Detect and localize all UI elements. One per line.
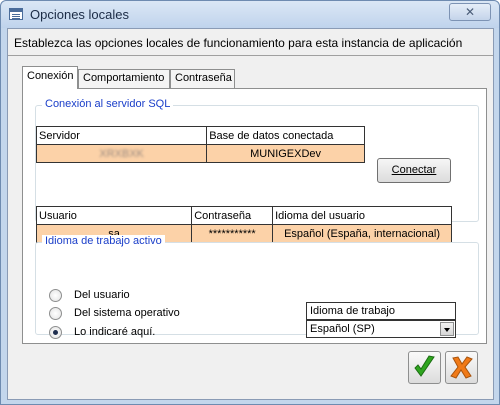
green-checkmark-icon [414,355,435,377]
database-value: MUNIGEXDev [206,144,365,163]
password-value: *********** [191,224,274,243]
server-header: Servidor [35,126,208,145]
dropdown-arrow-icon[interactable] [440,322,454,336]
radio-button-checked[interactable] [49,326,62,339]
radio-label: Del usuario [74,289,130,301]
tab-label: Contraseña [175,72,232,84]
form-icon [9,8,23,20]
language-group-title: Idioma de trabajo activo [42,235,165,247]
header-divider [8,55,493,56]
user-header: Usuario [35,206,193,225]
options-window: Opciones locales ✕ Establezca las opcion… [0,0,500,405]
orange-cross-icon [450,356,473,379]
server-table: Servidor Base de datos conectada XRXBXK … [35,126,365,163]
tab-conexion[interactable]: Conexión [22,66,78,89]
radio-button[interactable] [49,289,62,302]
window-title: Opciones locales [30,7,129,22]
user-language-header: Idioma del usuario [272,206,452,225]
accept-button[interactable] [408,351,441,384]
sql-group-title: Conexión al servidor SQL [42,98,174,110]
header-band: Establezca las opciones locales de funci… [8,29,493,55]
header-instruction: Establezca las opciones locales de funci… [14,36,463,50]
connect-button-label: Conectar [391,164,437,176]
connect-button[interactable]: Conectar [377,158,451,183]
tab-panel-conexion: Conexión al servidor SQL Servidor Base d… [22,88,487,344]
tab-label: Comportamiento [83,72,165,84]
user-language-value: Español (España, internacional) [272,224,452,243]
close-button[interactable]: ✕ [449,3,491,21]
work-language-select[interactable]: Español (SP) [306,320,456,338]
tab-label: Conexión [27,70,74,82]
radio-button[interactable] [49,307,62,320]
server-value: XRXBXK [99,147,144,160]
work-language-value: Español (SP) [310,323,375,335]
database-header: Base de datos conectada [206,126,365,145]
cancel-button[interactable] [445,351,478,384]
work-language-label: Idioma de trabajo [306,302,456,320]
password-header: Contraseña [191,206,274,225]
tab-contrasena[interactable]: Contraseña [170,69,235,88]
radio-label: Del sistema operativo [74,307,180,319]
title-bar[interactable]: Opciones locales ✕ [1,1,499,28]
server-value-cell: XRXBXK [35,144,208,163]
dialog-body: Establezca las opciones locales de funci… [7,28,494,400]
tab-comportamiento[interactable]: Comportamiento [78,69,170,88]
radio-label: Lo indicaré aquí. [74,326,156,338]
